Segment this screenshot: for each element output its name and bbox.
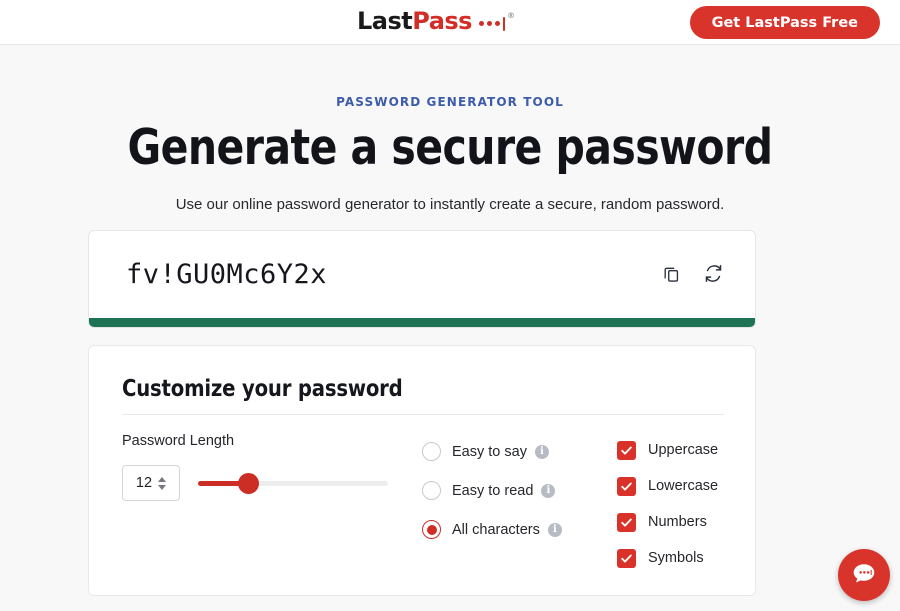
radio-label: All characters bbox=[452, 521, 540, 538]
password-generator-page: Last Pass ® Get LastPass Free PASSWORD GE… bbox=[0, 0, 900, 611]
copy-icon bbox=[662, 264, 681, 286]
radio-label: Easy to say bbox=[452, 443, 527, 460]
info-icon[interactable]: i bbox=[541, 483, 556, 498]
slider-thumb[interactable] bbox=[238, 473, 259, 494]
stepper-down-icon[interactable] bbox=[158, 484, 167, 490]
password-actions bbox=[659, 263, 725, 287]
password-length-slider[interactable] bbox=[198, 473, 388, 494]
page-eyebrow: PASSWORD GENERATOR TOOL bbox=[336, 95, 564, 109]
radio-easy-to-say[interactable]: Easy to say i bbox=[422, 432, 607, 471]
support-chat-button[interactable] bbox=[838, 549, 890, 601]
customize-divider bbox=[122, 414, 724, 415]
character-style-radio-group: Easy to say i Easy to read i All charact… bbox=[422, 432, 607, 549]
character-types-checkbox-group: Uppercase Lowercase Numbers Symbols bbox=[617, 432, 757, 576]
logo-text-last: Last bbox=[357, 7, 413, 35]
customize-title: Customize your password bbox=[122, 376, 403, 402]
password-length-stepper[interactable] bbox=[158, 476, 167, 490]
radio-label: Easy to read bbox=[452, 482, 534, 499]
password-strength-bar bbox=[89, 318, 755, 327]
logo-registered-mark: ® bbox=[506, 11, 515, 20]
logo-text-pass: Pass bbox=[412, 7, 472, 35]
checkbox-lowercase[interactable]: Lowercase bbox=[617, 468, 757, 504]
generated-password-value[interactable]: fv!GU0Mc6Y2x bbox=[126, 259, 327, 290]
radio-circle-selected-icon[interactable] bbox=[422, 520, 441, 539]
radio-all-characters[interactable]: All characters i bbox=[422, 510, 607, 549]
checkbox-label: Lowercase bbox=[648, 478, 719, 494]
checkmark-icon[interactable] bbox=[617, 476, 636, 496]
get-lastpass-free-button[interactable]: Get LastPass Free bbox=[689, 6, 880, 39]
customize-password-card: Customize your password Password Length … bbox=[88, 345, 756, 596]
password-length-input[interactable]: 12 bbox=[122, 465, 180, 501]
logo-dots-icon bbox=[478, 16, 505, 31]
password-length-group: Password Length 12 bbox=[122, 433, 392, 501]
info-icon[interactable]: i bbox=[534, 444, 549, 459]
stepper-up-icon[interactable] bbox=[158, 476, 167, 482]
radio-circle-icon[interactable] bbox=[422, 442, 441, 461]
info-icon[interactable]: i bbox=[547, 522, 562, 537]
radio-circle-icon[interactable] bbox=[422, 481, 441, 500]
checkbox-label: Uppercase bbox=[648, 442, 719, 458]
checkmark-icon[interactable] bbox=[617, 440, 636, 460]
site-header: Last Pass ® Get LastPass Free bbox=[0, 0, 900, 45]
checkbox-symbols[interactable]: Symbols bbox=[617, 540, 757, 576]
page-title: Generate a secure password bbox=[127, 119, 773, 176]
lastpass-logo[interactable]: Last Pass ® bbox=[357, 7, 515, 35]
checkbox-numbers[interactable]: Numbers bbox=[617, 504, 757, 540]
regenerate-password-button[interactable] bbox=[701, 263, 725, 287]
page-subtitle: Use our online password generator to ins… bbox=[175, 196, 725, 213]
password-length-value: 12 bbox=[135, 475, 153, 491]
checkmark-icon[interactable] bbox=[617, 548, 636, 568]
chat-bubble-icon bbox=[849, 559, 879, 592]
checkbox-label: Symbols bbox=[648, 550, 704, 566]
password-length-label: Password Length bbox=[122, 433, 235, 449]
checkbox-uppercase[interactable]: Uppercase bbox=[617, 432, 757, 468]
checkmark-icon[interactable] bbox=[617, 512, 636, 532]
generated-password-card: fv!GU0Mc6Y2x bbox=[88, 230, 756, 328]
refresh-icon bbox=[703, 263, 724, 287]
checkbox-label: Numbers bbox=[648, 514, 707, 530]
radio-easy-to-read[interactable]: Easy to read i bbox=[422, 471, 607, 510]
copy-password-button[interactable] bbox=[659, 263, 683, 287]
